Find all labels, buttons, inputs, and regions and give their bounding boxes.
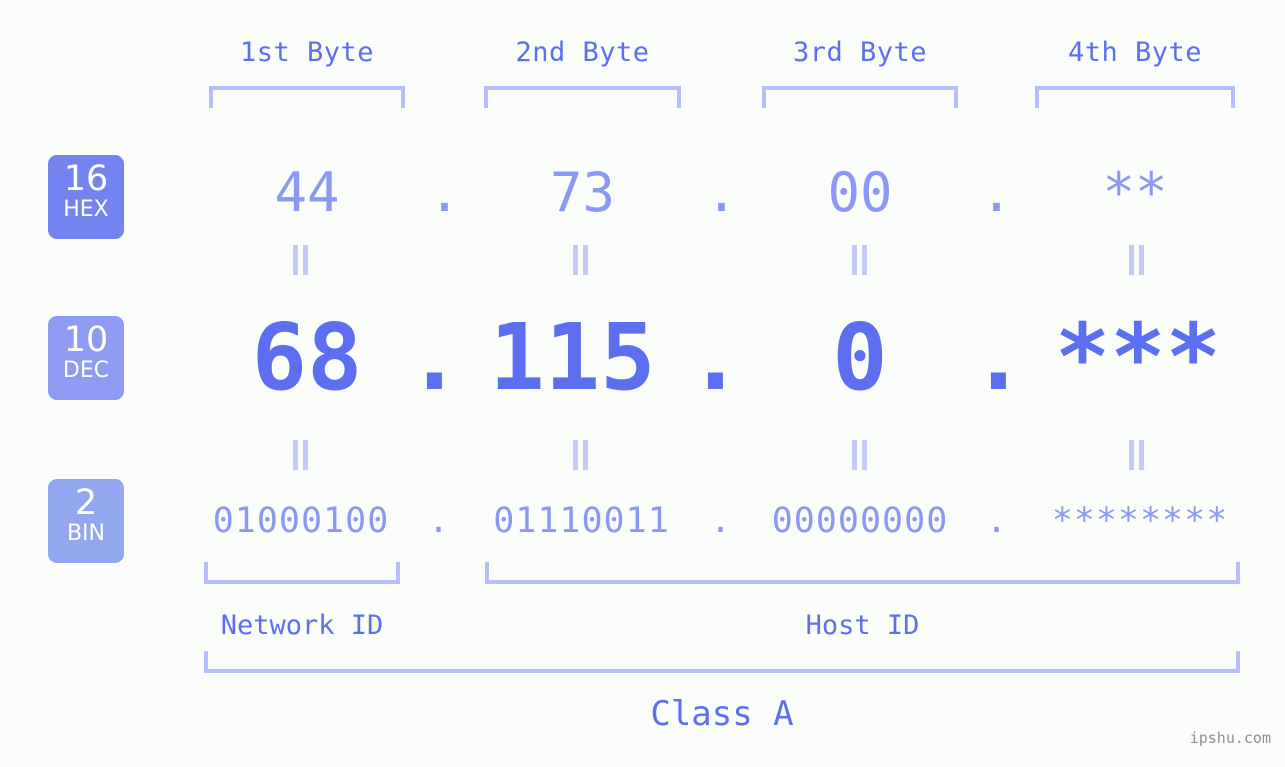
bin-value-row: 01000100 . 01110011 . 00000000 . *******… bbox=[0, 495, 1285, 547]
dec-value-row: 68 . 115 . 0 . *** bbox=[0, 303, 1285, 413]
byte-header-4th: 4th Byte bbox=[1067, 37, 1203, 68]
byte-header-2nd: 2nd Byte bbox=[515, 37, 650, 68]
bin-byte-4: ******** bbox=[1051, 501, 1229, 541]
hex-byte-3: 00 bbox=[827, 161, 893, 224]
bin-byte-2: 01110011 bbox=[493, 501, 670, 541]
class-label: Class A bbox=[650, 694, 794, 734]
hex-value-row: 44 . 73 . 00 . ** bbox=[0, 155, 1285, 231]
byte-bracket-2nd bbox=[484, 86, 681, 108]
hex-separator-2: . bbox=[705, 161, 738, 224]
equals-icon-dec-bin-4 bbox=[1126, 440, 1148, 470]
equals-icon-hex-dec-3 bbox=[849, 245, 871, 275]
hex-byte-2: 73 bbox=[549, 161, 616, 224]
equals-icon-dec-bin-3 bbox=[849, 440, 871, 470]
equals-icon-hex-dec-4 bbox=[1126, 245, 1148, 275]
bin-byte-3: 00000000 bbox=[771, 501, 949, 541]
watermark: ipshu.com bbox=[1189, 729, 1271, 747]
host-id-bracket bbox=[485, 562, 1240, 584]
dec-separator-2: . bbox=[687, 304, 744, 411]
ip-address-breakdown-diagram: 1st Byte 2nd Byte 3rd Byte 4th Byte 16 H… bbox=[0, 0, 1285, 767]
network-id-label: Network ID bbox=[220, 610, 384, 641]
byte-header-1st: 1st Byte bbox=[239, 37, 375, 68]
hex-separator-3: . bbox=[980, 161, 1013, 224]
bin-separator-2: . bbox=[709, 501, 732, 541]
dec-byte-4: *** bbox=[1054, 304, 1222, 411]
dec-separator-1: . bbox=[406, 304, 463, 411]
dec-byte-2: 115 bbox=[489, 304, 656, 411]
byte-bracket-4th bbox=[1035, 86, 1235, 108]
bin-separator-3: . bbox=[985, 501, 1008, 541]
equals-icon-dec-bin-2 bbox=[570, 440, 592, 470]
dec-byte-1: 68 bbox=[251, 304, 363, 411]
equals-icon-hex-dec-2 bbox=[570, 245, 592, 275]
bin-byte-1: 01000100 bbox=[212, 501, 390, 541]
host-id-label: Host ID bbox=[805, 610, 920, 641]
hex-byte-1: 44 bbox=[274, 161, 340, 224]
equals-icon-hex-dec-1 bbox=[290, 245, 312, 275]
dec-separator-3: . bbox=[970, 304, 1027, 411]
bin-separator-1: . bbox=[427, 501, 450, 541]
byte-header-3rd: 3rd Byte bbox=[792, 37, 928, 68]
class-bracket bbox=[204, 651, 1240, 673]
byte-bracket-1st bbox=[209, 86, 405, 108]
dec-byte-3: 0 bbox=[832, 304, 888, 411]
hex-byte-4: ** bbox=[1102, 161, 1168, 224]
hex-separator-1: . bbox=[428, 161, 461, 224]
byte-bracket-3rd bbox=[762, 86, 958, 108]
equals-icon-dec-bin-1 bbox=[290, 440, 312, 470]
network-id-bracket bbox=[204, 562, 400, 584]
